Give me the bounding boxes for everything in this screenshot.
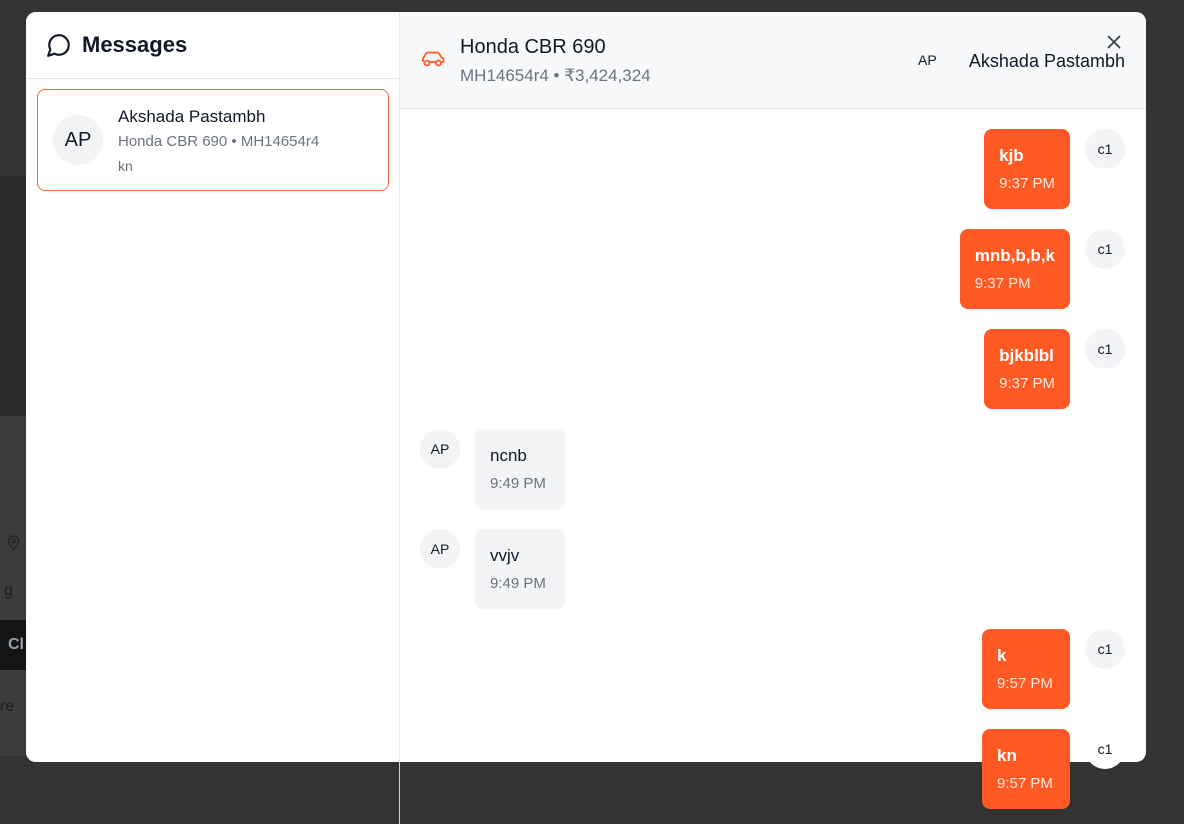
location-pin-icon xyxy=(7,535,20,551)
message-bubble-outgoing: mnb,b,b,k 9:37 PM xyxy=(959,229,1070,309)
message-avatar: c1 xyxy=(1085,129,1125,169)
conversation-subtitle: Honda CBR 690 • MH14654r4 xyxy=(118,133,320,150)
vehicle-meta: MH14654r4 • ₹3,424,324 xyxy=(460,66,651,85)
vehicle-name: Honda CBR 690 xyxy=(460,36,606,58)
avatar: AP xyxy=(53,115,103,165)
message-bubble-outgoing: k 9:57 PM xyxy=(982,629,1070,709)
message-avatar: c1 xyxy=(1085,229,1125,269)
sidebar-header: Messages xyxy=(26,12,399,79)
message-list[interactable]: kjb 9:37 PM c1 mnb,b,b,k 9:37 PM c1 bjkb… xyxy=(400,109,1146,809)
message-time: 9:49 PM xyxy=(490,475,546,492)
message-bubble-outgoing: kjb 9:37 PM xyxy=(984,129,1070,209)
message-text: k xyxy=(997,646,1007,665)
conversation-name: Akshada Pastambh xyxy=(118,107,266,126)
chat-panel: Honda CBR 690 MH14654r4 • ₹3,424,324 AP … xyxy=(400,12,1146,809)
message-bubble-incoming: ncnb 9:49 PM xyxy=(475,429,565,509)
message-bubble-outgoing: bjkblbl 9:37 PM xyxy=(984,329,1070,409)
message-text: mnb,b,b,k xyxy=(974,246,1055,265)
conversation-text: Akshada Pastambh Honda CBR 690 • MH14654… xyxy=(118,104,319,174)
message-avatar: AP xyxy=(420,529,460,569)
background-text-fragment: g xyxy=(4,582,13,599)
message-text: vvjv xyxy=(490,546,520,565)
sidebar-title: Messages xyxy=(82,32,188,57)
message-avatar: c1 xyxy=(1085,729,1125,769)
message-avatar: c1 xyxy=(1085,629,1125,669)
message-text: bjkblbl xyxy=(999,346,1054,365)
conversation-item[interactable]: AP Akshada Pastambh Honda CBR 690 • MH14… xyxy=(37,89,389,191)
conversation-last-message: kn xyxy=(118,158,133,174)
messages-modal: Messages AP Akshada Pastambh Honda CBR 6… xyxy=(26,12,1146,809)
car-icon xyxy=(422,51,445,67)
message-time: 9:37 PM xyxy=(999,175,1055,192)
chat-bubble-icon xyxy=(47,34,70,57)
background-button-label: Cl xyxy=(8,636,24,653)
message-avatar: AP xyxy=(420,429,460,469)
header-avatar: AP xyxy=(918,52,937,68)
message-text: kn xyxy=(997,746,1017,765)
message-time: 9:49 PM xyxy=(490,575,546,592)
close-icon[interactable] xyxy=(1106,34,1122,50)
message-avatar: c1 xyxy=(1085,329,1125,369)
message-text: kjb xyxy=(999,146,1024,165)
message-time: 9:37 PM xyxy=(999,375,1055,392)
background-text-fragment: re xyxy=(0,698,15,715)
chat-header: Honda CBR 690 MH14654r4 • ₹3,424,324 AP … xyxy=(400,12,1146,109)
message-time: 9:37 PM xyxy=(974,275,1031,292)
header-user-name: Akshada Pastambh xyxy=(968,51,1125,71)
message-text: ncnb xyxy=(490,446,527,465)
conversation-sidebar: Messages AP Akshada Pastambh Honda CBR 6… xyxy=(26,12,400,762)
message-time: 9:57 PM xyxy=(997,775,1053,792)
message-bubble-outgoing: kn 9:57 PM xyxy=(982,729,1070,809)
message-time: 9:57 PM xyxy=(997,675,1053,692)
message-bubble-incoming: vvjv 9:49 PM xyxy=(475,529,565,609)
